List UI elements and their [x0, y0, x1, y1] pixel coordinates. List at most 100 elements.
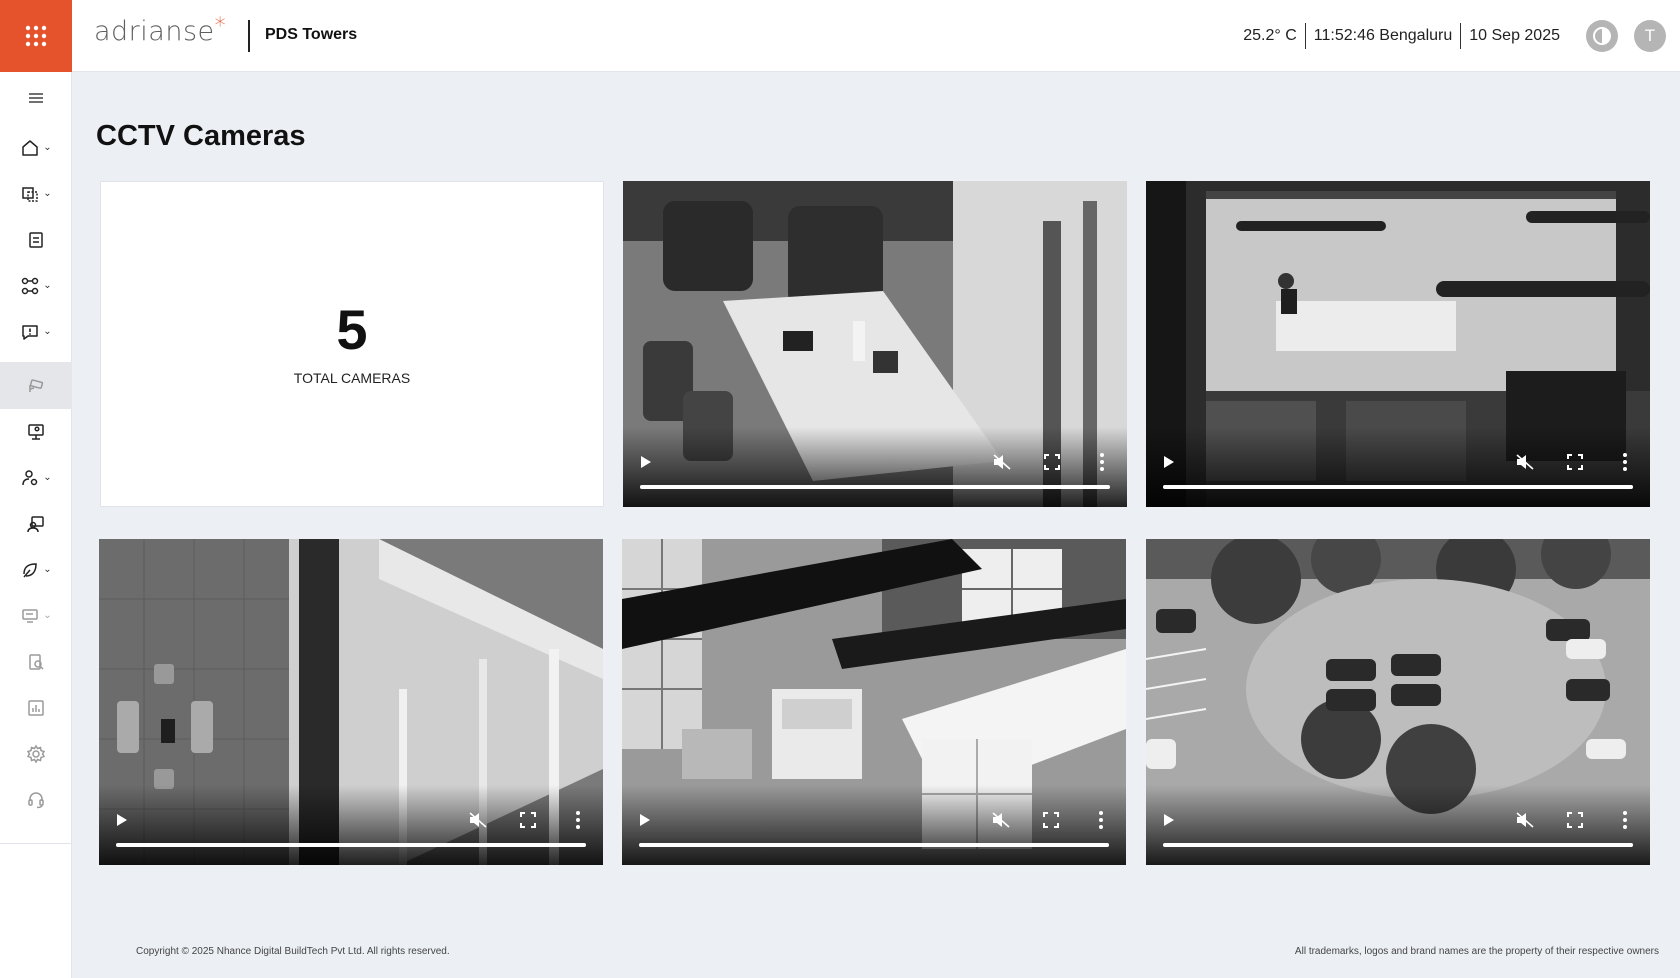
more-options-button[interactable]: [567, 809, 589, 831]
fullscreen-button[interactable]: [1564, 809, 1586, 831]
sidebar-divider: [0, 843, 72, 844]
fullscreen-icon: [1567, 812, 1583, 828]
play-icon: [640, 814, 650, 826]
alert-message-icon: [22, 324, 39, 340]
brand-mark: *: [214, 14, 227, 39]
fullscreen-button[interactable]: [1041, 451, 1063, 473]
page-title: CCTV Cameras: [96, 120, 306, 152]
video-progress-fill: [639, 843, 1109, 847]
support-headset-icon: [28, 791, 44, 808]
more-vertical-icon: [1623, 811, 1627, 829]
fullscreen-button[interactable]: [1040, 809, 1062, 831]
user-avatar-button[interactable]: T: [1634, 20, 1666, 52]
camera-feed[interactable]: [1146, 539, 1650, 865]
play-icon: [1164, 814, 1174, 826]
more-options-button[interactable]: [1614, 451, 1636, 473]
apps-grid-icon: [25, 25, 47, 47]
camera-feed[interactable]: [1146, 181, 1650, 507]
header-status: 25.2° C 11:52:46 Bengaluru 10 Sep 2025 T: [1235, 0, 1680, 72]
play-button[interactable]: [636, 811, 654, 829]
sidebar-item-inspection[interactable]: [0, 638, 72, 685]
sidebar-item-home[interactable]: ⌄: [0, 124, 72, 171]
video-progress-bar[interactable]: [639, 843, 1109, 847]
sidebar-item-visitors[interactable]: [0, 500, 72, 547]
header-divider: [248, 20, 250, 52]
fullscreen-button[interactable]: [517, 809, 539, 831]
mute-button[interactable]: [1514, 451, 1536, 473]
copyright-text: Copyright © 2025 Nhance Digital BuildTec…: [136, 946, 450, 957]
contrast-icon: [1593, 27, 1611, 45]
sidebar-item-alerts[interactable]: ⌄: [0, 308, 72, 355]
video-progress-bar[interactable]: [116, 843, 586, 847]
total-cameras-label: TOTAL CAMERAS: [293, 370, 411, 386]
more-options-button[interactable]: [1091, 451, 1113, 473]
total-cameras-card: 5 TOTAL CAMERAS: [100, 181, 604, 507]
mute-button[interactable]: [990, 809, 1012, 831]
mute-button[interactable]: [991, 451, 1013, 473]
play-icon: [1164, 456, 1174, 468]
document-icon: [29, 231, 43, 248]
play-button[interactable]: [1160, 811, 1178, 829]
play-icon: [641, 456, 651, 468]
fullscreen-icon: [1044, 454, 1060, 470]
volume-muted-icon: [1516, 454, 1534, 470]
chevron-down-icon: ⌄: [43, 188, 52, 199]
sidebar-item-cctv[interactable]: [0, 362, 72, 409]
brand-name: adrianse: [94, 16, 215, 47]
clock-readout: 11:52:46 Bengaluru: [1313, 27, 1453, 44]
home-icon: [22, 139, 39, 156]
more-vertical-icon: [1623, 453, 1627, 471]
brand-logo[interactable]: adrianse*: [94, 14, 227, 47]
sidebar-item-devices[interactable]: ⌄: [0, 262, 72, 309]
mute-button[interactable]: [467, 809, 489, 831]
chevron-down-icon: ⌄: [43, 326, 52, 337]
sidebar-item-monitor[interactable]: [0, 408, 72, 455]
camera-feed[interactable]: [622, 539, 1126, 865]
temperature-readout: 25.2° C: [1243, 27, 1297, 44]
chevron-down-icon: ⌄: [43, 142, 52, 153]
video-progress-bar[interactable]: [1163, 843, 1633, 847]
hamburger-icon: [29, 93, 43, 103]
chevron-down-icon: ⌄: [43, 610, 52, 621]
volume-muted-icon: [992, 812, 1010, 828]
video-progress-fill: [1163, 485, 1633, 489]
total-cameras-count: 5: [336, 298, 368, 361]
video-progress-bar[interactable]: [1163, 485, 1633, 489]
play-button[interactable]: [113, 811, 131, 829]
menu-toggle-button[interactable]: [0, 72, 72, 124]
video-progress-bar[interactable]: [640, 485, 1110, 489]
volume-muted-icon: [469, 812, 487, 828]
sidebar-item-support[interactable]: [0, 776, 72, 823]
sidebar-item-floor-plan[interactable]: ⌄: [0, 170, 72, 217]
sidebar-item-presentation[interactable]: ⌄: [0, 592, 72, 639]
user-initial: T: [1644, 26, 1656, 45]
mute-button[interactable]: [1514, 809, 1536, 831]
camera-feed[interactable]: [623, 181, 1127, 507]
floor-plan-icon: [22, 186, 39, 202]
date-readout: 10 Sep 2025: [1469, 27, 1560, 44]
sidebar: ⌄ ⌄ ⌄ ⌄ ⌄ ⌄ ⌄: [0, 72, 72, 978]
cctv-icon: [29, 378, 44, 392]
fullscreen-icon: [1043, 812, 1059, 828]
fullscreen-button[interactable]: [1564, 451, 1586, 473]
video-progress-fill: [640, 485, 1110, 489]
user-settings-icon: [22, 469, 38, 485]
more-vertical-icon: [1099, 811, 1103, 829]
sidebar-item-energy[interactable]: ⌄: [0, 546, 72, 593]
clipboard-search-icon: [29, 653, 44, 670]
more-options-button[interactable]: [1090, 809, 1112, 831]
more-options-button[interactable]: [1614, 809, 1636, 831]
sidebar-item-settings[interactable]: [0, 730, 72, 777]
camera-feed[interactable]: [99, 539, 603, 865]
sidebar-item-reports[interactable]: [0, 684, 72, 731]
fullscreen-icon: [1567, 454, 1583, 470]
apps-grid-button[interactable]: [0, 0, 72, 72]
sidebar-item-documents[interactable]: [0, 216, 72, 263]
video-progress-fill: [1163, 843, 1633, 847]
play-button[interactable]: [637, 453, 655, 471]
gear-icon: [26, 744, 46, 763]
theme-toggle-button[interactable]: [1586, 20, 1618, 52]
site-name[interactable]: PDS Towers: [265, 26, 357, 44]
play-button[interactable]: [1160, 453, 1178, 471]
sidebar-item-users[interactable]: ⌄: [0, 454, 72, 501]
